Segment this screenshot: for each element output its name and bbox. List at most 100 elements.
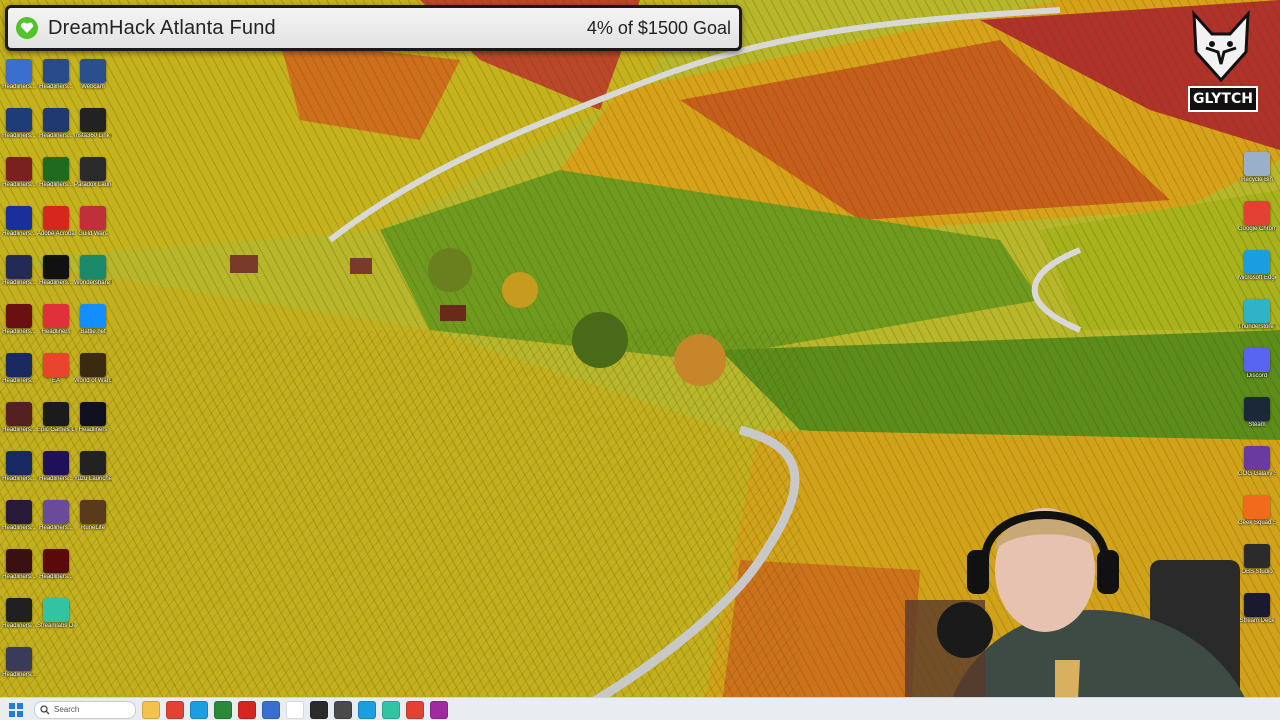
app-icon[interactable] (334, 700, 352, 719)
desktop-shortcut[interactable]: Headliners... (0, 253, 38, 299)
desktop-shortcut[interactable]: Headliners... (0, 204, 38, 250)
desktop-shortcut[interactable]: EA (37, 351, 75, 397)
taskbar-search[interactable]: Search (34, 700, 136, 719)
desktop-shortcut[interactable]: Headliners... (0, 449, 38, 495)
file-explorer-icon[interactable] (142, 700, 160, 719)
desktop-shortcut[interactable]: Headliners... (0, 596, 38, 642)
desktop: DreamHack Atlanta Fund 4% of $1500 Goal … (0, 0, 1280, 720)
desktop-shortcut-label: Guild Wars (78, 231, 108, 237)
app-icon[interactable] (358, 700, 376, 719)
app-icon[interactable] (310, 700, 328, 719)
desktop-shortcut[interactable]: Headliners... (37, 57, 75, 103)
desktop-shortcut-label: Microsoft Edge (1238, 275, 1276, 281)
desktop-shortcut[interactable]: Discord (1238, 346, 1276, 392)
app-icon (43, 549, 69, 573)
desktop-shortcut[interactable]: Headliners... (37, 253, 75, 299)
webcam-icon (80, 108, 106, 132)
desktop-shortcut[interactable]: Google Chrome (1238, 199, 1276, 245)
taskbar: Search (0, 697, 1280, 720)
app-icon (80, 206, 106, 230)
desktop-shortcut-label: Headliners... (2, 378, 36, 384)
desktop-shortcut[interactable]: Wondershare Filmora (74, 253, 112, 299)
desktop-shortcut-label: Headliners... (2, 329, 36, 335)
taskbar-search-placeholder: Search (54, 705, 80, 714)
edge-icon (1244, 250, 1270, 274)
desktop-shortcut-label: Headliners... (2, 280, 36, 286)
desktop-shortcut[interactable]: Headliners... (37, 155, 75, 201)
desktop-shortcut-label: Headliners... (2, 84, 36, 90)
fox-mascot-icon (1192, 9, 1250, 83)
app-icon (6, 598, 32, 622)
webcam-icon (80, 59, 106, 83)
desktop-shortcut[interactable]: Headliners... (0, 400, 38, 446)
filmora-icon (80, 255, 106, 279)
desktop-shortcut[interactable]: Headliners (74, 400, 112, 446)
desktop-shortcut[interactable]: Yuzu Launcher (74, 449, 112, 495)
desktop-shortcut-label: Recycle Bin (1241, 177, 1273, 183)
app-icon[interactable] (406, 700, 424, 719)
desktop-shortcut[interactable]: Thunderstore Mod Manager (1238, 297, 1276, 343)
desktop-shortcut-label: Headliners... (2, 574, 36, 580)
desktop-shortcut[interactable]: Headliners... (37, 449, 75, 495)
desktop-shortcut-label: Headliners... (39, 574, 73, 580)
desktop-shortcut[interactable]: Webcam (74, 57, 112, 103)
desktop-shortcut[interactable]: RuneLite (74, 498, 112, 544)
app-icon (6, 549, 32, 573)
desktop-shortcut[interactable]: Headliners... (0, 155, 38, 201)
desktop-shortcut[interactable]: Headliners... (37, 547, 75, 593)
desktop-shortcut[interactable]: Headliners... (37, 498, 75, 544)
app-icon[interactable] (238, 700, 256, 719)
desktop-shortcut-label: Headliners (78, 427, 108, 433)
app-icon[interactable] (430, 700, 448, 719)
desktop-shortcut[interactable]: Battle.net (74, 302, 112, 348)
app-icon[interactable] (382, 700, 400, 719)
desktop-shortcut[interactable]: Adobe Acrobat (37, 204, 75, 250)
start-button[interactable] (6, 700, 26, 720)
app-icon[interactable] (214, 700, 232, 719)
desktop-shortcut[interactable]: Microsoft Edge (1238, 248, 1276, 294)
desktop-shortcut-label: Webcam (81, 84, 105, 90)
desktop-shortcut-label: GOG Galaxy Shortcut (1238, 471, 1276, 477)
desktop-shortcut[interactable]: GOG Galaxy Shortcut (1238, 444, 1276, 490)
desktop-shortcut-label: Headliners (41, 329, 71, 335)
desktop-shortcut[interactable]: Recycle Bin (1238, 150, 1276, 196)
app-icon (43, 451, 69, 475)
app-icon (6, 255, 32, 279)
gog-icon (1244, 446, 1270, 470)
desktop-shortcut[interactable]: Headliners... (0, 106, 38, 152)
desktop-shortcut[interactable]: Headliners... (0, 57, 38, 103)
wow-icon (80, 353, 106, 377)
desktop-shortcut-label: Epic Games Launcher (37, 427, 75, 433)
webcam-overlay (905, 490, 1280, 720)
desktop-shortcut-label: Insta360 Link Webcam (74, 133, 112, 139)
desktop-shortcut[interactable]: Headliners... (0, 498, 38, 544)
desktop-shortcut[interactable]: Guild Wars (74, 204, 112, 250)
chrome-icon (1244, 201, 1270, 225)
desktop-shortcut[interactable]: Headliners... (0, 351, 38, 397)
app-icon[interactable] (286, 700, 304, 719)
desktop-shortcut[interactable]: Headliners... (0, 302, 38, 348)
desktop-shortcut-label: Headliners... (2, 623, 36, 629)
desktop-shortcut[interactable]: Headliners... (0, 645, 38, 691)
desktop-shortcut-label: Headliners... (39, 84, 73, 90)
desktop-shortcut-label: Headliners... (39, 133, 73, 139)
desktop-shortcut[interactable]: Insta360 Link Webcam (74, 106, 112, 152)
chrome-icon[interactable] (166, 700, 184, 719)
desktop-shortcut-label: Headliners... (2, 133, 36, 139)
edge-icon[interactable] (190, 700, 208, 719)
desktop-shortcut[interactable]: Streamlabs Desktop (37, 596, 75, 642)
desktop-shortcut[interactable]: Steam (1238, 395, 1276, 441)
app-icon[interactable] (262, 700, 280, 719)
desktop-shortcut[interactable]: Headliners... (37, 106, 75, 152)
desktop-shortcut[interactable]: World of Warcraft (74, 351, 112, 397)
app-icon (43, 255, 69, 279)
desktop-shortcut[interactable]: Epic Games Launcher (37, 400, 75, 446)
desktop-shortcut[interactable]: Headliners... (0, 547, 38, 593)
thunderstore-icon (1244, 299, 1270, 323)
desktop-shortcut[interactable]: Headliners (37, 302, 75, 348)
donation-goal-title: DreamHack Atlanta Fund (48, 16, 276, 39)
streamlabs-heart-icon (16, 17, 38, 39)
desktop-shortcut-label: Adobe Acrobat (37, 231, 75, 237)
desktop-shortcut-label: Headliners... (2, 427, 36, 433)
desktop-shortcut[interactable]: Paradox Launcher (74, 155, 112, 201)
